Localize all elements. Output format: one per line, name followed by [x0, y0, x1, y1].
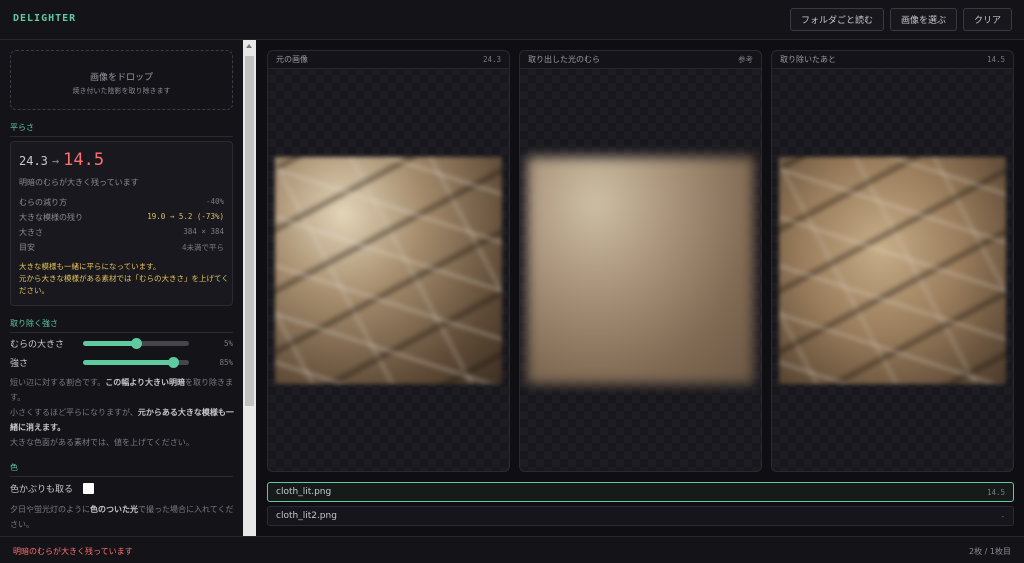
- help-emphasis: 色のついた光: [90, 505, 138, 514]
- original-image-panel: 元の画像 24.3: [267, 50, 510, 472]
- panel-header: 元の画像 24.3: [268, 51, 509, 69]
- panel-header: 取り除いたあと 14.5: [772, 51, 1013, 69]
- header-buttons: フォルダごと読む 画像を選ぶ クリア: [789, 8, 1012, 31]
- stat-value: 19.0 → 5.2 (-73%): [147, 212, 224, 221]
- flatness-warning: 大きな模様も一緒に平らになっています。 元から大きな模様がある素材では「むらの大…: [19, 261, 231, 297]
- result-image-panel: 取り除いたあと 14.5: [771, 50, 1014, 472]
- warning-line: 大きな模様も一緒に平らになっています。: [19, 262, 161, 271]
- file-list-item[interactable]: cloth_lit.png 14.5: [267, 482, 1014, 502]
- stat-label: 目安: [19, 243, 35, 252]
- strength-slider[interactable]: [83, 356, 189, 368]
- clear-button[interactable]: クリア: [962, 8, 1012, 31]
- stat-row: 目安 4未満で平ら: [19, 242, 224, 253]
- status-bar: 明暗のむらが大きく残っています 2枚 / 1枚目: [0, 536, 1024, 563]
- slider-value: 5%: [223, 338, 233, 348]
- slider-fill: [83, 340, 136, 346]
- help-line: 小さくするほど平らになりますが、元からある大きな模様も一緒に消えます。: [10, 405, 235, 435]
- file-score: -: [1000, 511, 1005, 521]
- scroll-up-icon[interactable]: [246, 44, 252, 48]
- flatness-stats-card: 24.3 → 14.5 明暗のむらが大きく残っています むらの減り方 -40% 大きな…: [10, 141, 233, 306]
- strength-help: 短い辺に対する割合です。この幅より大きい明暗を取り除きます。 小さくするほど平ら…: [10, 375, 235, 450]
- file-name: cloth_lit.png: [276, 487, 332, 497]
- main-area: 元の画像 24.3 取り出した光のむら 参考 取り除いたあと 14.5 cloth_l…: [256, 40, 1024, 536]
- slider-handle[interactable]: [167, 356, 179, 368]
- dropzone-subtitle: 焼き付いた陰影を取り除きます: [72, 87, 171, 95]
- color-section-label: 色: [10, 462, 233, 477]
- strength-slider-row: 強さ 85%: [10, 355, 233, 369]
- help-emphasis: この幅より大きい明暗: [105, 378, 186, 387]
- slider-value: 85%: [219, 357, 233, 367]
- panel-title: 取り除いたあと: [780, 55, 836, 64]
- flatness-section-label: 平らさ: [10, 122, 233, 137]
- panel-title: 取り出した光のむら: [528, 55, 600, 64]
- result-image: [779, 157, 1006, 384]
- score-after: 14.5: [63, 150, 105, 170]
- select-image-button[interactable]: 画像を選ぶ: [889, 8, 957, 31]
- stat-label: むらの減り方: [19, 198, 67, 207]
- load-folder-button[interactable]: フォルダごと読む: [789, 8, 884, 31]
- dropzone-title: 画像をドロップ: [89, 73, 153, 83]
- help-line: 短い辺に対する割合です。この幅より大きい明暗を取り除きます。: [10, 375, 235, 405]
- flatness-score: 24.3 → 14.5: [19, 150, 104, 170]
- unevenness-size-slider[interactable]: [83, 337, 189, 349]
- arrow-right-icon: →: [51, 154, 60, 168]
- scroll-thumb[interactable]: [245, 56, 254, 406]
- stat-label: 大きな模様の残り: [19, 213, 83, 222]
- stat-value: 4未満で平ら: [181, 243, 224, 252]
- stat-value: 384 × 384: [183, 227, 224, 236]
- sidebar-scrollbar[interactable]: [243, 40, 256, 536]
- app-title: DELIGHTER: [13, 13, 77, 24]
- slider-label: 強さ: [10, 358, 29, 369]
- file-list-item[interactable]: cloth_lit2.png -: [267, 506, 1014, 526]
- color-cast-checkbox[interactable]: [83, 483, 95, 494]
- warning-line: 元から大きな模様がある素材では「むらの大きさ」を上げてください。: [19, 274, 229, 295]
- unevenness-size-slider-row: むらの大きさ 5%: [10, 336, 233, 350]
- stat-label: 大きさ: [19, 228, 43, 237]
- slider-label: むらの大きさ: [10, 339, 65, 350]
- file-score: 14.5: [986, 487, 1005, 497]
- help-text: 短い辺に対する割合です。: [10, 378, 106, 387]
- stat-value: -40%: [205, 197, 224, 206]
- color-help: 夕日や蛍光灯のように色のついた光で撮った場合に入れてください。: [10, 502, 235, 532]
- color-cast-label: 色かぶりも取る: [10, 485, 74, 495]
- stat-row: 大きさ 384 × 384: [19, 227, 224, 238]
- panel-value: 14.5: [986, 55, 1005, 64]
- strength-section-label: 取り除く強さ: [10, 318, 233, 333]
- sidebar: 画像をドロップ 焼き付いた陰影を取り除きます 平らさ 24.3 → 14.5 明暗の…: [0, 40, 243, 536]
- panel-header: 取り出した光のむら 参考: [520, 51, 761, 69]
- score-before: 24.3: [19, 154, 48, 168]
- flatness-status: 明暗のむらが大きく残っています: [19, 178, 139, 187]
- help-text: 夕日や蛍光灯のように: [10, 505, 90, 514]
- header: DELIGHTER フォルダごと読む 画像を選ぶ クリア: [0, 0, 1024, 40]
- status-message: 明暗のむらが大きく残っています: [13, 547, 133, 556]
- panel-value: 参考: [738, 55, 753, 64]
- help-line: 大きな色面がある素材では、値を上げてください。: [10, 438, 194, 447]
- slider-handle[interactable]: [130, 337, 142, 349]
- file-name: cloth_lit2.png: [276, 511, 337, 521]
- extracted-light-panel: 取り出した光のむら 参考: [519, 50, 762, 472]
- stat-row: 大きな模様の残り 19.0 → 5.2 (-73%): [19, 212, 224, 223]
- color-cast-row: 色かぶりも取る: [10, 482, 95, 495]
- original-image: [275, 157, 502, 384]
- image-dropzone[interactable]: 画像をドロップ 焼き付いた陰影を取り除きます: [10, 50, 233, 110]
- image-count: 2枚 / 1枚目: [969, 547, 1011, 556]
- stat-row: むらの減り方 -40%: [19, 197, 224, 208]
- help-text: 小さくするほど平らになりますが、: [10, 408, 138, 417]
- light-map-image: [527, 157, 754, 384]
- slider-fill: [83, 359, 174, 365]
- panel-title: 元の画像: [276, 55, 308, 64]
- panel-value: 24.3: [482, 55, 501, 64]
